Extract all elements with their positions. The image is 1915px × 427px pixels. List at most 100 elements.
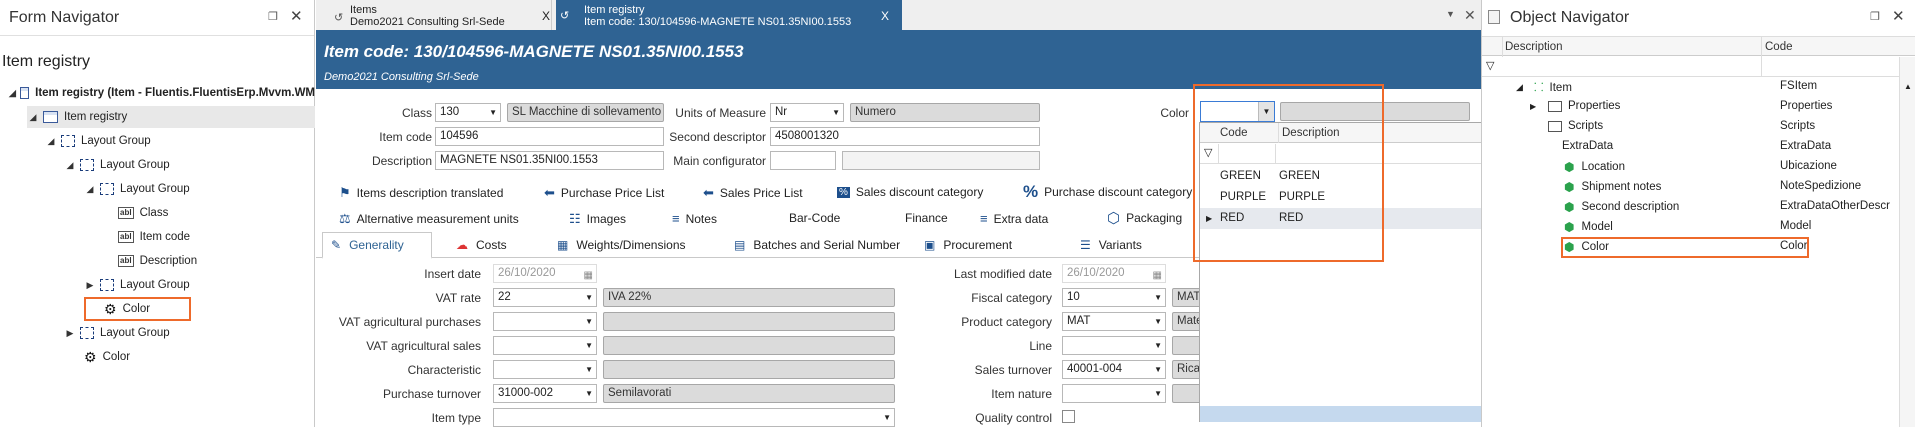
- main-configurator-desc[interactable]: [842, 151, 1040, 170]
- dropdown-icon[interactable]: ▼: [1154, 361, 1162, 378]
- toolbar-bar-code[interactable]: Bar-Code: [789, 211, 840, 225]
- tree-item-layout-group[interactable]: ◢ Layout Group: [64, 154, 170, 176]
- item-code-field[interactable]: 104596: [435, 127, 664, 146]
- notes-icon: ≡: [672, 211, 680, 226]
- object-code: ExtraData: [1780, 140, 1832, 152]
- object-row-properties[interactable]: ▶ Properties Properties: [1498, 98, 1915, 118]
- purchase-turnover-field[interactable]: 31000-002 ▼: [493, 384, 597, 403]
- tab-list-icon[interactable]: ▼: [1446, 9, 1455, 19]
- toolbar-alternative-measurement-units[interactable]: ⚖ Alternative measurement units: [339, 211, 519, 227]
- object-row-extradata[interactable]: ExtraData ExtraData: [1498, 138, 1915, 158]
- insert-date-field[interactable]: 26/10/2020 ▦: [493, 264, 597, 283]
- dropdown-icon[interactable]: ▼: [832, 104, 840, 121]
- vat-rate-field[interactable]: 22 ▼: [493, 288, 597, 307]
- vat-agri-purchases-field[interactable]: ▼: [493, 312, 597, 331]
- object-row-location[interactable]: ⬢ Location Ubicazione: [1498, 158, 1915, 178]
- dropdown-icon[interactable]: ▼: [883, 409, 891, 426]
- expand-icon[interactable]: ◢: [27, 112, 39, 123]
- subtab-generality[interactable]: ✎ Generality: [322, 232, 432, 259]
- calendar-icon[interactable]: ▦: [584, 267, 593, 282]
- expand-icon[interactable]: ◢: [9, 88, 16, 99]
- subtab-batches-serial[interactable]: ▤ Batches and Serial Number: [734, 232, 900, 258]
- item-nature-field[interactable]: ▼: [1062, 384, 1166, 403]
- collapse-icon[interactable]: ▶: [64, 328, 76, 339]
- dropdown-icon[interactable]: ▼: [489, 104, 497, 121]
- tree-item-root[interactable]: ◢ Item registry (Item - Fluentis.Fluenti…: [9, 82, 315, 104]
- subtab-costs[interactable]: ☁ Costs: [456, 232, 507, 258]
- col-code-header[interactable]: Code: [1761, 37, 1793, 57]
- toolbar-sales-price-list[interactable]: ⬅ Sales Price List: [703, 185, 803, 201]
- uom-field[interactable]: Nr ▼: [770, 103, 844, 122]
- dropdown-icon[interactable]: ▼: [585, 361, 593, 378]
- pin-icon[interactable]: ❐: [1870, 10, 1880, 23]
- toolbar-notes[interactable]: ≡ Notes: [672, 211, 717, 226]
- tab-close-icon[interactable]: X: [881, 10, 889, 22]
- tree-item-item-registry[interactable]: ◢ Item registry: [27, 106, 315, 128]
- tree-item-label: Layout Group: [81, 135, 151, 147]
- toolbar-finance[interactable]: Finance: [905, 211, 948, 225]
- tab-item-registry[interactable]: ↺ Item registry Item code: 130/104596-MA…: [556, 0, 902, 30]
- object-row-scripts[interactable]: Scripts Scripts: [1498, 118, 1915, 138]
- object-row-model[interactable]: ⬢ Model Model: [1498, 218, 1915, 238]
- subtab-variants[interactable]: ☰ Variants: [1080, 232, 1142, 258]
- tree-item-item-code[interactable]: abl Item code: [114, 226, 190, 248]
- description-field[interactable]: MAGNETE NS01.35NI00.1553: [435, 151, 664, 170]
- fiscal-category-field[interactable]: 10 ▼: [1062, 288, 1166, 307]
- toolbar-images[interactable]: ☷ Images: [569, 211, 626, 227]
- last-modified-field[interactable]: 26/10/2020 ▦: [1062, 264, 1166, 283]
- product-category-field[interactable]: MAT ▼: [1062, 312, 1166, 331]
- second-descriptor-field[interactable]: 4508001320: [770, 127, 1040, 146]
- class-field[interactable]: 130 ▼: [435, 103, 501, 122]
- collapse-icon[interactable]: ◢: [1516, 82, 1528, 93]
- vat-agri-sales-field[interactable]: ▼: [493, 336, 597, 355]
- item-type-field[interactable]: ▼: [493, 408, 895, 427]
- toolbar-packaging[interactable]: ⬡ Packaging: [1107, 209, 1182, 227]
- sales-turnover-field[interactable]: 40001-004 ▼: [1062, 360, 1166, 379]
- line-field[interactable]: ▼: [1062, 336, 1166, 355]
- pin-icon[interactable]: ❐: [268, 10, 278, 23]
- col-description-header[interactable]: Description: [1502, 37, 1563, 57]
- dropdown-icon[interactable]: ▼: [1154, 385, 1162, 402]
- main-configurator-field[interactable]: [770, 151, 836, 170]
- filter-row[interactable]: ▽: [1482, 57, 1915, 77]
- dropdown-icon[interactable]: ▼: [1154, 337, 1162, 354]
- tree-item-description[interactable]: abl Description: [114, 250, 197, 272]
- form-navigator-heading: Item registry: [2, 53, 91, 70]
- close-icon[interactable]: ✕: [1892, 7, 1905, 25]
- tab-close-icon[interactable]: X: [542, 10, 550, 22]
- tree-item-layout-group[interactable]: ◢ Layout Group: [45, 130, 151, 152]
- characteristic-field[interactable]: ▼: [493, 360, 597, 379]
- close-icon[interactable]: ✕: [290, 7, 303, 25]
- toolbar-purchase-discount-category[interactable]: % Purchase discount category: [1023, 182, 1192, 202]
- expand-icon[interactable]: ◢: [64, 160, 76, 171]
- dropdown-icon[interactable]: ▼: [585, 313, 593, 330]
- toolbar-items-description-translated[interactable]: ⚑ Items description translated: [339, 185, 503, 201]
- tree-item-layout-group[interactable]: ▶ Layout Group: [84, 274, 190, 296]
- toolbar-sales-discount-category[interactable]: % Sales discount category: [837, 185, 983, 199]
- object-row-second-description[interactable]: ⬢ Second description ExtraDataOtherDescr: [1498, 198, 1915, 218]
- object-row-item[interactable]: ◢ ⸬ Item FSItem: [1498, 78, 1915, 98]
- dropdown-icon[interactable]: ▼: [1154, 313, 1162, 330]
- dropdown-icon[interactable]: ▼: [1154, 289, 1162, 306]
- subtab-procurement[interactable]: ▣ Procurement: [924, 232, 1012, 258]
- quality-control-checkbox[interactable]: [1062, 410, 1075, 423]
- collapse-icon[interactable]: ▶: [84, 280, 96, 291]
- toolbar-purchase-price-list[interactable]: ⬅ Purchase Price List: [544, 185, 664, 201]
- dropdown-icon[interactable]: ▼: [585, 337, 593, 354]
- window-close-icon[interactable]: ✕: [1464, 7, 1476, 24]
- tree-item-class[interactable]: abl Class: [114, 202, 168, 224]
- expand-icon[interactable]: ◢: [45, 136, 57, 147]
- expand-icon[interactable]: ▶: [1530, 102, 1542, 111]
- dropdown-icon[interactable]: ▼: [585, 385, 593, 402]
- filter-cell[interactable]: [1761, 57, 1762, 77]
- tab-items[interactable]: ↺ Items Demo2021 Consulting Srl-Sede X: [330, 0, 552, 30]
- tree-item-color[interactable]: ⚙ Color: [80, 346, 130, 368]
- calendar-icon[interactable]: ▦: [1153, 267, 1162, 282]
- subtab-weights-dimensions[interactable]: ▦ Weights/Dimensions: [557, 232, 686, 258]
- expand-icon[interactable]: ◢: [84, 184, 96, 195]
- dropdown-icon[interactable]: ▼: [585, 289, 593, 306]
- toolbar-extra-data[interactable]: ≡ Extra data: [980, 211, 1048, 226]
- tree-item-layout-group[interactable]: ▶ Layout Group: [64, 322, 170, 344]
- tree-item-layout-group[interactable]: ◢ Layout Group: [84, 178, 190, 200]
- object-row-shipment-notes[interactable]: ⬢ Shipment notes NoteSpedizione: [1498, 178, 1915, 198]
